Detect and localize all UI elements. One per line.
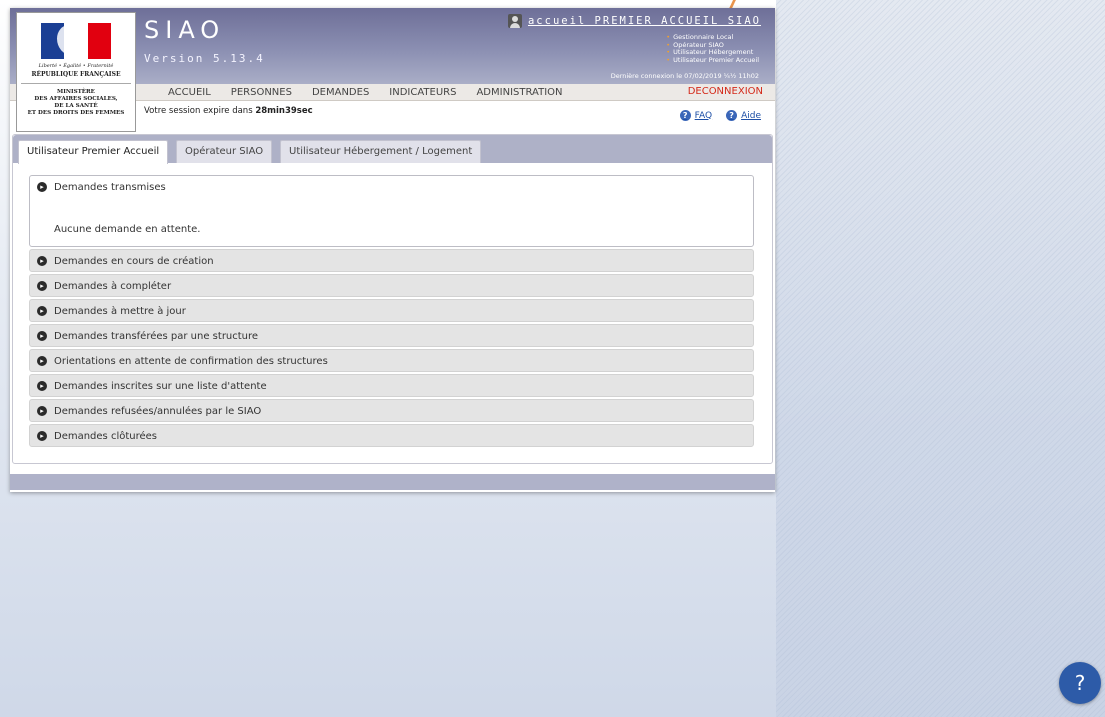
section-header[interactable]: ▸ Demandes inscrites sur une liste d'att…: [30, 375, 753, 398]
user-account-link[interactable]: accueil PREMIER ACCUEIL SIAO: [507, 14, 761, 28]
ministry-line: ET DES DROITS DES FEMMES: [27, 110, 125, 116]
background-pattern: [776, 0, 1105, 717]
section-orientations-en-attente[interactable]: ▸ Orientations en attente de confirmatio…: [29, 349, 754, 372]
section-demandes-cloturees[interactable]: ▸ Demandes clôturées: [29, 424, 754, 447]
chevron-circle-icon: ▸: [37, 256, 47, 266]
section-empty-message: Aucune demande en attente.: [54, 224, 201, 235]
section-header[interactable]: ▸ Demandes à compléter: [30, 275, 753, 298]
session-prefix: Votre session expire dans: [144, 106, 253, 116]
section-header[interactable]: ▸ Orientations en attente de confirmatio…: [30, 350, 753, 373]
logo-ministry: MINISTÈRE DES AFFAIRES SOCIALES, DE LA S…: [19, 89, 133, 117]
marianne-profile-icon: [57, 25, 83, 55]
section-demandes-inscrites[interactable]: ▸ Demandes inscrites sur une liste d'att…: [29, 374, 754, 397]
logo-republic: RÉPUBLIQUE FRANÇAISE: [31, 71, 121, 78]
section-title: Demandes en cours de création: [54, 256, 214, 267]
help-links: ? FAQ ? Aide: [679, 110, 761, 121]
section-demandes-a-mettre-a-jour[interactable]: ▸ Demandes à mettre à jour: [29, 299, 754, 322]
section-demandes-en-cours[interactable]: ▸ Demandes en cours de création: [29, 249, 754, 272]
user-icon: [507, 14, 522, 28]
chevron-circle-icon: ▸: [37, 406, 47, 416]
section-demandes-transmises: ▸ Demandes transmises Aucune demande en …: [29, 175, 754, 247]
footer-bar: [10, 474, 775, 490]
user-name[interactable]: accueil PREMIER ACCUEIL SIAO: [528, 15, 761, 27]
section-header[interactable]: ▸ Demandes transférées par une structure: [30, 325, 753, 348]
logo-motto: Liberté • Égalité • Fraternité: [38, 63, 114, 69]
tabs-panel: Utilisateur Premier Accueil Opérateur SI…: [12, 134, 773, 464]
chevron-circle-icon: ▸: [37, 356, 47, 366]
chevron-circle-icon: ▸: [37, 331, 47, 341]
faq-label[interactable]: FAQ: [695, 111, 712, 121]
section-title: Demandes à compléter: [54, 281, 172, 292]
section-demandes-a-completer[interactable]: ▸ Demandes à compléter: [29, 274, 754, 297]
session-remaining: 28min39sec: [255, 106, 313, 116]
help-circle-icon: ?: [679, 110, 691, 121]
faq-link[interactable]: ? FAQ: [679, 110, 712, 121]
logo-divider: [21, 83, 131, 84]
app-version: Version 5.13.4: [144, 52, 265, 65]
republic-logo: Liberté • Égalité • Fraternité RÉPUBLIQU…: [16, 12, 136, 132]
section-demandes-transferees[interactable]: ▸ Demandes transférées par une structure: [29, 324, 754, 347]
last-login: Dernière connexion le 07/02/2019 ¼½ 11h0…: [610, 72, 759, 80]
menu-item-indicateurs[interactable]: INDICATEURS: [379, 84, 466, 100]
menu-item-accueil[interactable]: ACCUEIL: [158, 84, 221, 100]
role-item: Utilisateur Premier Accueil: [666, 56, 759, 65]
aide-link[interactable]: ? Aide: [726, 110, 761, 121]
section-header[interactable]: ▸ Demandes transmises: [30, 176, 753, 199]
user-roles-list: Gestionnaire Local Opérateur SIAO Utilis…: [666, 33, 759, 65]
tab-utilisateur-premier-accueil[interactable]: Utilisateur Premier Accueil: [18, 140, 169, 164]
menu-item-administration[interactable]: ADMINISTRATION: [466, 84, 572, 100]
section-demandes-refusees[interactable]: ▸ Demandes refusées/annulées par le SIAO: [29, 399, 754, 422]
section-title: Orientations en attente de confirmation …: [54, 356, 328, 367]
section-header[interactable]: ▸ Demandes clôturées: [30, 425, 753, 448]
tab-operateur-siao[interactable]: Opérateur SIAO: [176, 140, 273, 163]
ministry-line: MINISTÈRE: [57, 89, 95, 95]
help-circle-icon: ?: [726, 110, 738, 121]
chevron-circle-icon: ▸: [37, 182, 47, 192]
section-header[interactable]: ▸ Demandes à mettre à jour: [30, 300, 753, 323]
chevron-circle-icon: ▸: [37, 431, 47, 441]
session-timer: Votre session expire dans 28min39sec: [144, 106, 313, 116]
chevron-circle-icon: ▸: [37, 281, 47, 291]
tab-utilisateur-hebergement[interactable]: Utilisateur Hébergement / Logement: [280, 140, 482, 163]
section-title: Demandes inscrites sur une liste d'atten…: [54, 381, 267, 392]
section-title: Demandes refusées/annulées par le SIAO: [54, 406, 262, 417]
floating-help-button[interactable]: ?: [1059, 662, 1101, 704]
section-header[interactable]: ▸ Demandes refusées/annulées par le SIAO: [30, 400, 753, 423]
menu-item-personnes[interactable]: PERSONNES: [221, 84, 302, 100]
logout-button[interactable]: DECONNEXION: [688, 84, 763, 99]
ministry-line: DES AFFAIRES SOCIALES,: [34, 96, 118, 102]
chevron-circle-icon: ▸: [37, 306, 47, 316]
section-header[interactable]: ▸ Demandes en cours de création: [30, 250, 753, 273]
ministry-line: DE LA SANTÉ: [54, 103, 98, 109]
tab-bar: Utilisateur Premier Accueil Opérateur SI…: [13, 135, 772, 164]
app-window: SIAO Version 5.13.4 accueil PREMIER ACCU…: [10, 8, 775, 492]
chevron-circle-icon: ▸: [37, 381, 47, 391]
section-title: Demandes transmises: [54, 182, 166, 193]
main-menu: ACCUEIL PERSONNES DEMANDES INDICATEURS A…: [158, 84, 573, 100]
app-title: SIAO: [144, 16, 226, 44]
section-title: Demandes à mettre à jour: [54, 306, 186, 317]
menu-item-demandes[interactable]: DEMANDES: [302, 84, 379, 100]
section-title: Demandes transférées par une structure: [54, 331, 259, 342]
aide-label[interactable]: Aide: [741, 111, 761, 121]
section-title: Demandes clôturées: [54, 431, 158, 442]
